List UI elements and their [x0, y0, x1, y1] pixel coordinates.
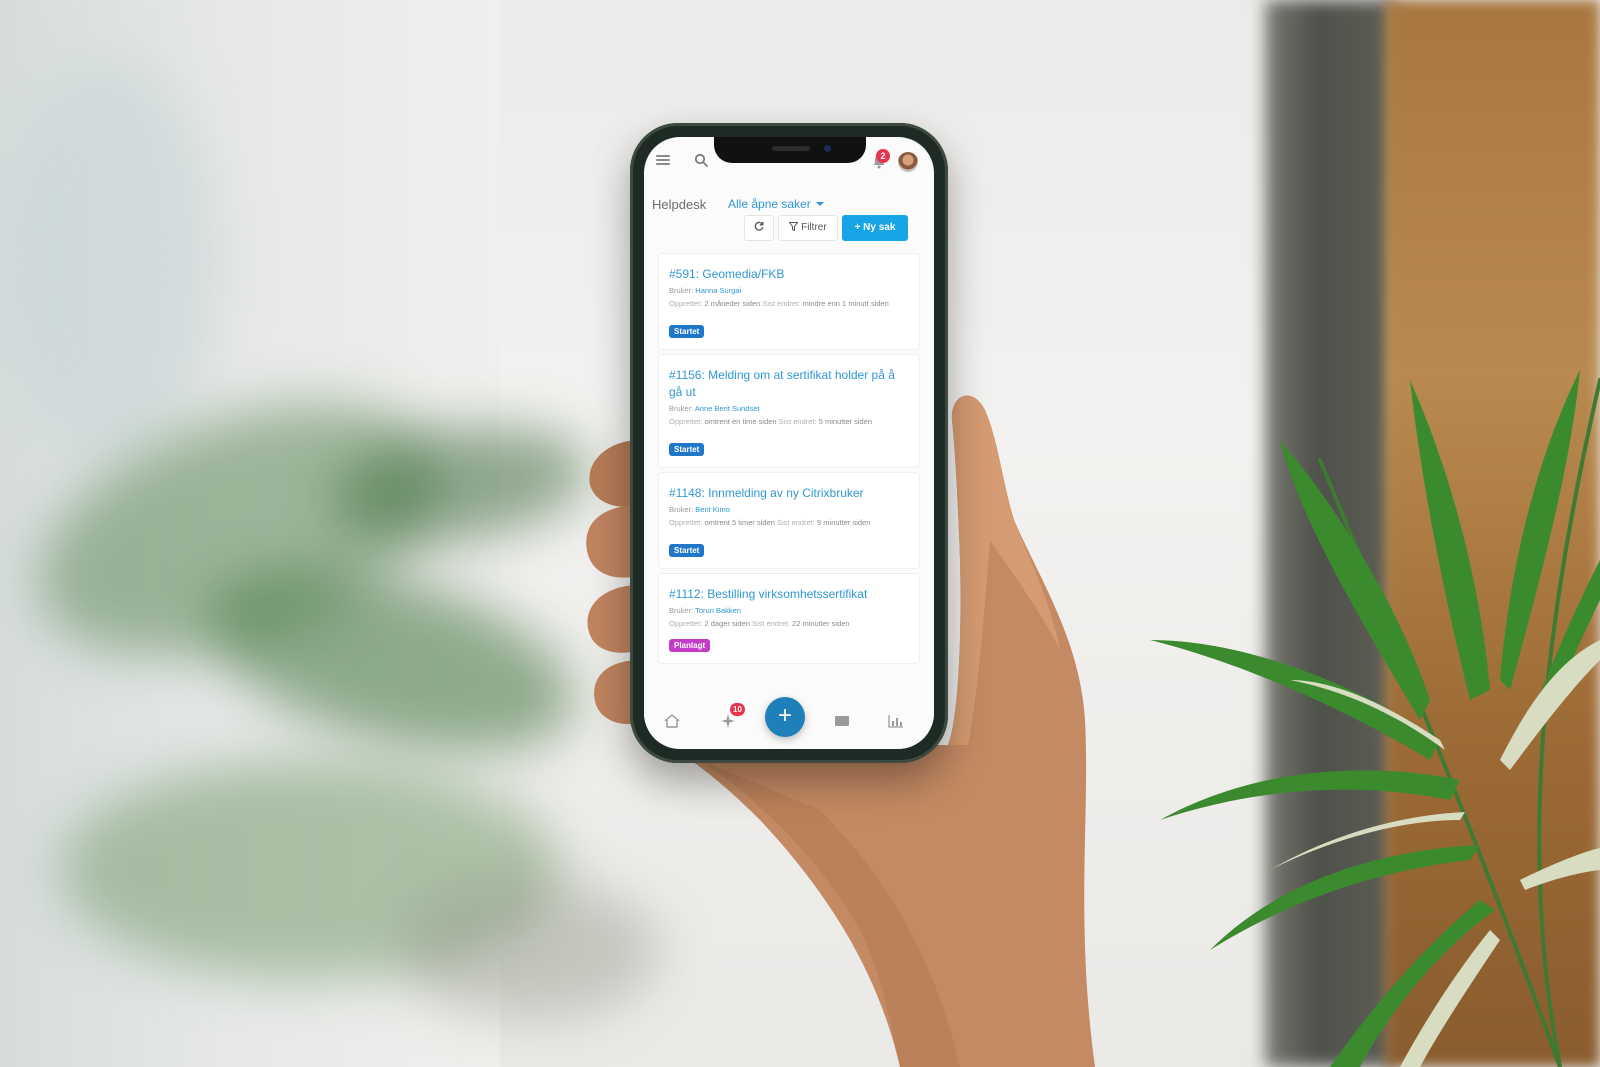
case-user-link[interactable]: Berit Kimo [695, 505, 730, 514]
status-badge: Startet [669, 443, 705, 456]
new-case-button[interactable]: + Ny sak [842, 215, 908, 241]
status-badge: Planlagt [669, 639, 711, 652]
filter-button[interactable]: Filtrer [778, 215, 838, 241]
case-card[interactable]: #1112: Bestilling virksomhetssertifikat … [658, 573, 920, 664]
refresh-button[interactable] [744, 215, 774, 241]
caret-down-icon [815, 202, 824, 206]
case-meta: Opprettet: omtrent en time siden Sist en… [669, 417, 873, 426]
case-card[interactable]: #1148: Innmelding av ny Citrixbruker Bru… [658, 472, 920, 569]
case-card[interactable]: #1156: Melding om at sertifikat holder p… [658, 354, 920, 468]
case-list: #591: Geomedia/FKB Bruker: Hanna Surgai … [658, 253, 920, 668]
case-user-line: Bruker: Anne Berit Sundset [669, 404, 760, 413]
case-user-line: Bruker: Torun Bakken [669, 606, 742, 615]
case-title[interactable]: #591: Geomedia/FKB [669, 266, 909, 283]
hamburger-menu-icon[interactable] [656, 155, 670, 165]
bar-chart-icon[interactable] [888, 714, 904, 728]
filter-button-label: Filtrer [801, 222, 827, 233]
case-user-line: Bruker: Hanna Surgai [669, 286, 742, 295]
home-icon[interactable] [664, 714, 680, 728]
case-meta: Opprettet: 2 måneder siden Sist endret: … [669, 299, 889, 308]
page-title: Helpdesk [652, 197, 707, 212]
notification-badge: 2 [876, 149, 890, 163]
case-card[interactable]: #591: Geomedia/FKB Bruker: Hanna Surgai … [658, 253, 920, 350]
phone-notch [714, 137, 866, 163]
bottom-navigation: 10 + [644, 697, 934, 749]
case-title[interactable]: #1156: Melding om at sertifikat holder p… [669, 367, 909, 401]
case-user-line: Bruker: Berit Kimo [669, 505, 730, 514]
view-selector-label: Alle åpne saker [728, 197, 811, 211]
case-title[interactable]: #1112: Bestilling virksomhetssertifikat [669, 586, 909, 603]
view-selector-dropdown[interactable]: Alle åpne saker [728, 197, 824, 211]
case-title[interactable]: #1148: Innmelding av ny Citrixbruker [669, 485, 909, 502]
funnel-icon [788, 222, 799, 232]
user-avatar[interactable] [898, 152, 918, 172]
activity-badge: 10 [730, 703, 745, 716]
add-fab-button[interactable]: + [765, 697, 805, 737]
front-camera [824, 145, 831, 152]
case-meta: Opprettet: omtrent 5 timer siden Sist en… [669, 518, 871, 527]
speaker-grille [772, 146, 810, 151]
action-toolbar: Filtrer + Ny sak [652, 215, 928, 241]
page-header: Helpdesk Alle åpne saker [652, 195, 928, 217]
status-badge: Startet [669, 544, 705, 557]
case-user-link[interactable]: Torun Bakken [695, 606, 741, 615]
case-meta: Opprettet: 2 dager siden Sist endret: 22… [669, 619, 850, 628]
search-icon[interactable] [694, 153, 708, 167]
refresh-icon [754, 221, 764, 231]
case-user-link[interactable]: Hanna Surgai [695, 286, 741, 295]
inbox-icon[interactable] [834, 714, 850, 728]
phone-frame: 2 Helpdesk Alle åpne saker Filtrer + Ny … [630, 123, 948, 763]
case-user-link[interactable]: Anne Berit Sundset [695, 404, 760, 413]
phone-screen: 2 Helpdesk Alle åpne saker Filtrer + Ny … [644, 137, 934, 749]
status-badge: Startet [669, 325, 705, 338]
sparkle-icon[interactable] [720, 714, 736, 728]
